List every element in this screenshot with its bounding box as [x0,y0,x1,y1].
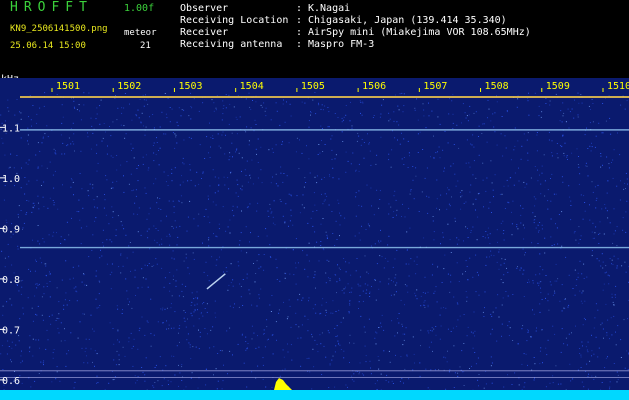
x-tick-label-1508: 1508 [485,81,509,92]
observer-sep: : [296,3,303,14]
receiver-value: AirSpy mini (Miakejima VOR 108.65MHz) [308,27,531,38]
x-tick-label-1502: 1502 [117,81,141,92]
y-tick-label-0.8: 0.8 [2,275,20,286]
baseline-band [0,390,629,400]
observation-datetime: 25.06.14 15:00 [10,41,86,51]
location-sep: : [296,15,303,26]
x-tick-label-1505: 1505 [301,81,325,92]
x-tick-label-1504: 1504 [240,81,264,92]
header-panel: HROFFT 1.00f KN9_2506141500.png meteor 2… [0,0,629,78]
y-tick-label-0.9: 0.9 [2,224,20,235]
app-brand: HROFFT [10,0,93,15]
y-tick-label-0.6: 0.6 [2,376,20,387]
antenna-value: Maspro FM-3 [308,39,375,50]
antenna-label: Receiving antenna [180,39,283,50]
meteor-label: meteor [124,28,157,38]
x-tick-label-1501: 1501 [56,81,80,92]
app-version: 1.00f [124,3,155,14]
y-tick-label-0.7: 0.7 [2,325,20,336]
meteor-count: 21 [140,41,151,51]
x-tick-label-1506: 1506 [362,81,386,92]
x-tick-label-1509: 1509 [546,81,570,92]
x-tick-label-1503: 1503 [178,81,202,92]
x-tick-label-1507: 1507 [423,81,447,92]
observer-value: K.Nagai [308,3,351,14]
receiver-label: Receiver [180,27,229,38]
y-tick-label-1.1: 1.1 [2,123,20,134]
y-tick-label-1.0: 1.0 [2,174,20,185]
spectrogram-chart: 1501 1502 1503 1504 1505 1506 1507 1508 1509 1510… [0,78,629,400]
location-label: Receiving Location [180,15,289,26]
spectrogram-background [0,78,629,400]
antenna-sep: : [296,39,303,50]
x-tick-label-1510: 1510 [607,81,629,92]
receiver-sep: : [296,27,303,38]
location-value: Chigasaki, Japan (139.414 35.340) [308,15,507,26]
file-name: KN9_2506141500.png [10,24,108,34]
observer-label: Observer [180,3,229,14]
